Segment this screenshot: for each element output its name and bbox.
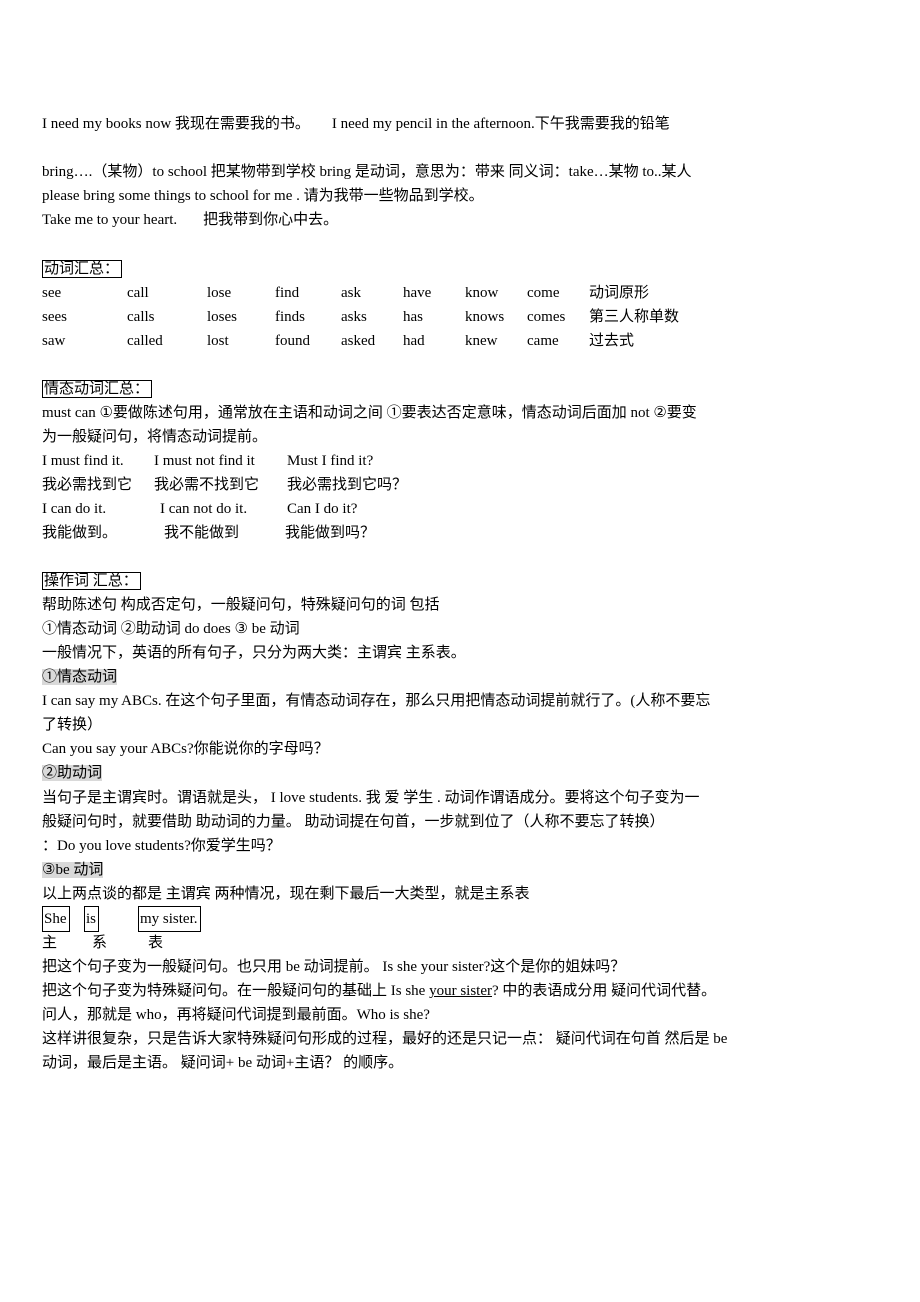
modal-example: 我能做到。 (42, 525, 118, 541)
modal-example-row: I must find it. I must not find it Must I … (42, 449, 542, 473)
operator-p1: 帮助陈述句 构成否定句，一般疑问句，特殊疑问句的词 包括 (42, 597, 440, 613)
verb-form: call (127, 285, 149, 301)
example-linking-verb: is (84, 906, 100, 932)
modal-desc-1: must can ①要做陈述句用，通常放在主语和动词之间 ①要表达否定意味，情态… (42, 405, 697, 421)
question-p2: 把这个句子变为特殊疑问句。在一般疑问句的基础上 Is she your sist… (42, 979, 716, 1003)
verb-form-label: 过去式 (589, 333, 635, 349)
verb-form: sees (42, 309, 67, 325)
role-predicative: 表 (148, 935, 164, 951)
example-subject: She (42, 906, 70, 932)
example-sentence: She is my sister. (42, 906, 342, 932)
modal-example: 我必需找到它 (42, 477, 133, 493)
intro-sentence-books: I need my books now 我现在需要我的书。 (42, 116, 310, 132)
intro-sentence-pencil: I need my pencil in the afternoon.下午我需要我… (331, 116, 670, 132)
sub2-p2: 般疑问句时，就要借助 助动词的力量。 助动词提在句首，一步就到位了（人称不要忘了… (42, 814, 665, 830)
modal-example: 我必需找到它吗？ (287, 477, 408, 493)
sub3-heading-line: ③be 动词 (42, 858, 104, 882)
sub2-heading-line: ②助动词 (42, 761, 103, 785)
verb-form: have (403, 285, 432, 301)
verb-form-label: 动词原形 (589, 285, 650, 301)
modal-desc-2: 为一般疑问句，将情态动词提前。 (42, 429, 268, 445)
operator-p2: ①情态动词 ②助动词 do does ③ be 动词 (42, 621, 300, 637)
verb-form: had (403, 333, 425, 349)
modal-heading-line: 情态动词汇总： (42, 377, 153, 401)
verb-form: loses (207, 309, 237, 325)
modal-example-row: I can do it. I can not do it. Can I do it? (42, 497, 542, 521)
verb-form: come (527, 285, 560, 301)
verb-form: knows (465, 309, 505, 325)
verbs-heading-line: 动词汇总： (42, 257, 123, 281)
verb-form: asks (341, 309, 367, 325)
question-p3: 问人，那就是 who，再将疑问代词提到最前面。Who is she? (42, 1007, 430, 1023)
modal-example: 我能做到吗？ (285, 525, 376, 541)
verb-form: found (275, 333, 310, 349)
verb-form: saw (42, 333, 66, 349)
question-p4: 这样讲很复杂，只是告诉大家特殊疑问句形成的过程，最好的还是只记一点： 疑问代词在… (42, 1031, 728, 1047)
example-roles: 主 系 表 (42, 931, 342, 955)
underlined-predicative: your sister (429, 983, 493, 999)
verb-table-row: sees calls loses finds asks has knows comes 第三人称… (42, 305, 742, 329)
sub2-p1: 当句子是主谓宾时。谓语就是头， I love students. 我 爱 学生 … (42, 790, 700, 806)
intro-take-english: Take me to your heart. (42, 212, 178, 228)
modal-example-row: 我能做到。 我不能做到 我能做到吗？ (42, 521, 542, 545)
modal-example: I must not find it (154, 453, 255, 469)
question-p2-start: 把这个句子变为特殊疑问句。在一般疑问句的基础上 Is she (42, 983, 430, 999)
verb-form: comes (527, 309, 566, 325)
sub2-p3: ：Do you love students?你爱学生吗？ (42, 838, 281, 854)
verb-form-label: 第三人称单数 (589, 309, 680, 325)
sub1-heading-line: ①情态动词 (42, 665, 118, 689)
intro-line-1: I need my books now 我现在需要我的书。 I need my p… (42, 112, 670, 136)
operator-heading: 操作词 汇总： (42, 572, 141, 590)
verbs-heading: 动词汇总： (42, 260, 123, 278)
sub1-heading: ①情态动词 (42, 669, 118, 685)
sub1-p2: 了转换） (42, 717, 103, 733)
example-predicative: my sister. (138, 906, 201, 932)
verb-form: ask (341, 285, 361, 301)
operator-heading-line: 操作词 汇总： (42, 569, 141, 593)
verb-form: has (403, 309, 423, 325)
question-p1: 把这个句子变为一般疑问句。也只用 be 动词提前。 Is she your si… (42, 959, 626, 975)
verb-form: came (527, 333, 559, 349)
sub1-p1: I can say my ABCs. 在这个句子里面，有情态动词存在，那么只用把… (42, 693, 711, 709)
modal-example: 我不能做到 (164, 525, 240, 541)
verb-table-row: see call lose find ask have know come 动词原形 (42, 281, 742, 305)
verb-form: find (275, 285, 300, 301)
verb-form: knew (465, 333, 498, 349)
role-subject: 主 (42, 935, 58, 951)
verb-form: calls (127, 309, 155, 325)
intro-line-take: Take me to your heart. 把我带到你心中去。 (42, 208, 338, 232)
verb-form: asked (341, 333, 376, 349)
intro-take-chinese: 把我带到你心中去。 (203, 212, 339, 228)
role-linking: 系 (92, 935, 108, 951)
verb-form: see (42, 285, 62, 301)
question-p5: 动词，最后是主语。 疑问词+ be 动词+主语？ 的顺序。 (42, 1055, 404, 1071)
modal-heading: 情态动词汇总： (42, 380, 153, 398)
modal-example: I can do it. (42, 501, 107, 517)
modal-example: Must I find it? (287, 453, 374, 469)
sub1-p3: Can you say your ABCs?你能说你的字母吗？ (42, 741, 329, 757)
intro-line-bring: bring….（某物）to school 把某物带到学校 bring 是动词，意… (42, 164, 692, 180)
sub3-p1: 以上两点谈的都是 主谓宾 两种情况，现在剩下最后一大类型，就是主系表 (42, 886, 530, 902)
verb-form: lost (207, 333, 229, 349)
modal-example: Can I do it? (287, 501, 358, 517)
verb-form: lose (207, 285, 232, 301)
sub2-heading: ②助动词 (42, 765, 103, 781)
verb-form: know (465, 285, 499, 301)
modal-example: I can not do it. (160, 501, 248, 517)
modal-example: 我必需不找到它 (154, 477, 260, 493)
modal-example-row: 我必需找到它 我必需不找到它 我必需找到它吗？ (42, 473, 542, 497)
intro-line-please: please bring some things to school for m… (42, 188, 484, 204)
sub3-heading: ③be 动词 (42, 862, 104, 878)
operator-p3: 一般情况下，英语的所有句子，只分为两大类：主谓宾 主系表。 (42, 645, 466, 661)
question-p2-end: ? 中的表语成分用 疑问代词代替。 (492, 983, 717, 999)
verb-form: finds (275, 309, 305, 325)
modal-example: I must find it. (42, 453, 124, 469)
verb-form: called (127, 333, 163, 349)
verb-table-row: saw called lost found asked had knew came 过去式 (42, 329, 742, 353)
